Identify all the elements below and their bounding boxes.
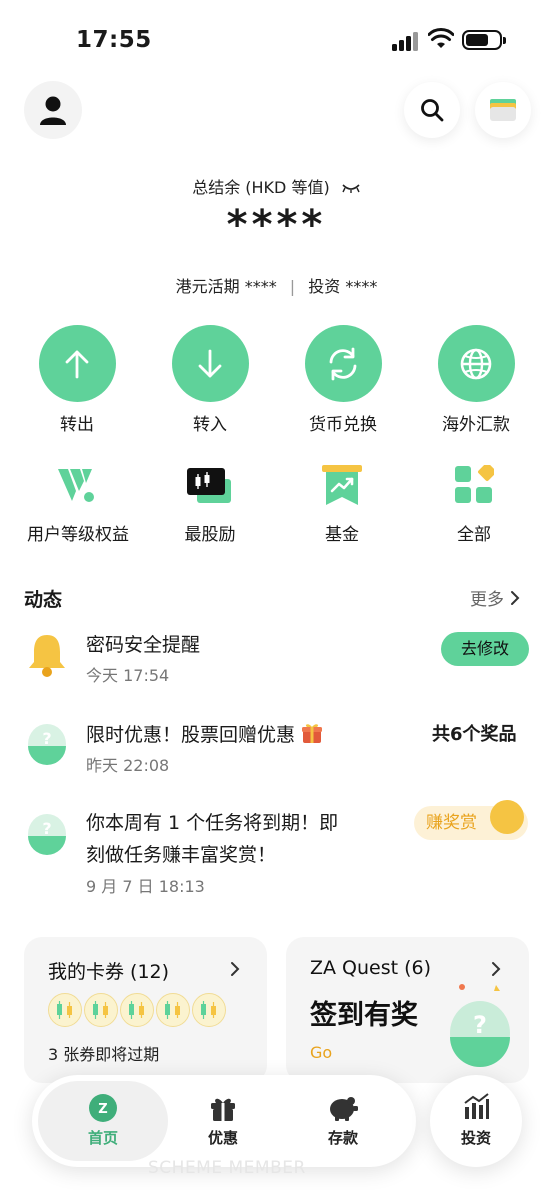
bell-icon: [29, 635, 65, 677]
transfer-out-button[interactable]: 转出: [22, 325, 132, 435]
earn-rewards-label: 赚奖赏: [426, 813, 477, 833]
tool-label: 用户等级权益: [27, 525, 129, 545]
tool-label: 全部: [457, 525, 491, 545]
prize-count[interactable]: 共6个奖品: [432, 720, 517, 746]
nav-deposits[interactable]: 存款: [283, 1075, 403, 1167]
wallet-button[interactable]: [475, 82, 531, 138]
coupons-card[interactable]: 我的卡券 (12) 3 张券即将过期: [24, 937, 267, 1083]
coupon-icon: [120, 993, 154, 1027]
more-link[interactable]: 更多: [470, 585, 520, 610]
exchange-icon: [304, 325, 382, 402]
quest-title: ZA Quest (6): [310, 957, 432, 979]
chevron-right-icon: [492, 962, 501, 976]
balance-label-text: 总结余 (HKD 等值): [192, 178, 330, 197]
bottom-nav: Z 首页 优惠 存款: [32, 1075, 416, 1167]
balance-label: 总结余 (HKD 等值): [0, 174, 553, 198]
balance-value: ****: [226, 202, 327, 248]
coupon-list: [48, 993, 226, 1027]
tool-label: 最股励: [184, 525, 236, 545]
user-icon: [40, 96, 66, 125]
svg-text:?: ?: [473, 1011, 487, 1039]
feed-item-text: 限时优惠！股票回赠优惠: [86, 720, 323, 750]
user-tier-benefits[interactable]: 用户等级权益: [12, 460, 144, 545]
action-label: 转出: [60, 415, 94, 435]
eye-closed-icon[interactable]: [341, 179, 361, 198]
status-bar: 17:55: [0, 0, 553, 80]
coupon-icon: [84, 993, 118, 1027]
coupons-expiring: 3 张券即将过期: [48, 1045, 160, 1064]
mystery-egg-icon: ?: [450, 984, 510, 1067]
coin-bowl-icon: [490, 800, 524, 834]
coupons-title: 我的卡券 (12): [48, 961, 170, 983]
search-button[interactable]: [404, 82, 460, 138]
chevron-right-icon: [511, 590, 520, 605]
funds[interactable]: 基金: [276, 460, 408, 545]
feed-title: 动态: [24, 589, 63, 611]
nav-label: 存款: [327, 1129, 358, 1147]
nav-invest[interactable]: 投资: [430, 1075, 522, 1167]
nav-label: 首页: [87, 1129, 118, 1147]
arrow-up-icon: [38, 325, 116, 402]
feed-item-text-label: 限时优惠！股票回赠优惠: [86, 724, 296, 746]
svg-text:Z: Z: [98, 1102, 107, 1117]
feed-item-time: 9 月 7 日 18:13: [86, 877, 205, 896]
grid-icon: [444, 460, 504, 510]
action-label: 海外汇款: [442, 415, 510, 435]
nav-label: 投资: [460, 1129, 491, 1147]
stock-card-icon: [180, 460, 240, 510]
arrow-down-icon: [171, 325, 249, 402]
currency-exchange-button[interactable]: 货币兑换: [288, 325, 398, 435]
gift-box-icon: [302, 724, 323, 743]
sub-balance: 港元活期 **** | 投资 ****: [0, 273, 553, 297]
fund-icon: [312, 460, 372, 510]
mystery-egg-icon: ?: [28, 814, 66, 855]
globe-icon: [437, 325, 515, 402]
action-label: 转入: [193, 415, 227, 435]
coupon-icon: [156, 993, 190, 1027]
tier-icon: [48, 460, 108, 510]
status-time: 17:55: [76, 27, 152, 53]
bar-chart-icon: [430, 1093, 522, 1123]
za-quest-card[interactable]: ZA Quest (6) 签到有奖 Go ?: [286, 937, 529, 1083]
signal-icon: [392, 31, 420, 51]
hkd-savings[interactable]: 港元活期 ****: [176, 277, 277, 296]
home-logo-icon: Z: [43, 1091, 163, 1125]
coupon-icon: [192, 993, 226, 1027]
feed-item-text: 密码安全提醒: [86, 634, 201, 656]
earn-rewards-button[interactable]: 赚奖赏: [414, 800, 528, 840]
feed-item-text-line2: 刻做任务赚丰富奖赏！: [86, 844, 277, 866]
investment-balance[interactable]: 投资 ****: [308, 277, 377, 296]
profile-button[interactable]: [24, 81, 82, 139]
chevron-right-icon: [231, 962, 240, 976]
watermark: SCHEME MEMBER: [148, 1158, 306, 1178]
battery-icon: [462, 30, 506, 50]
quest-headline: 签到有奖: [310, 1000, 418, 1031]
all-services[interactable]: 全部: [408, 460, 540, 545]
piggy-bank-icon: [283, 1091, 403, 1125]
transfer-in-button[interactable]: 转入: [155, 325, 265, 435]
nav-home[interactable]: Z 首页: [43, 1075, 163, 1167]
coupon-icon: [48, 993, 82, 1027]
svg-text:?: ?: [42, 819, 51, 838]
feed-item-time: 昨天 22:08: [86, 756, 170, 775]
tool-label: 基金: [325, 525, 359, 545]
change-password-button[interactable]: 去修改: [441, 632, 529, 666]
more-label: 更多: [470, 590, 504, 610]
wallet-icon: [490, 99, 516, 121]
feed-item-text-line1: 你本周有 1 个任务将到期！即: [86, 812, 339, 834]
search-icon: [421, 99, 444, 122]
stock-rewards[interactable]: 最股励: [144, 460, 276, 545]
wifi-icon: [428, 28, 454, 48]
svg-text:?: ?: [42, 729, 51, 748]
feed-item-time: 今天 17:54: [86, 666, 170, 685]
quest-go-link[interactable]: Go: [310, 1043, 332, 1062]
overseas-remittance-button[interactable]: 海外汇款: [421, 325, 531, 435]
nav-label: 优惠: [207, 1129, 238, 1147]
nav-offers[interactable]: 优惠: [163, 1075, 283, 1167]
separator: |: [289, 277, 296, 296]
mystery-egg-icon: ?: [28, 724, 66, 765]
gift-icon: [163, 1091, 283, 1125]
action-label: 货币兑换: [309, 415, 377, 435]
